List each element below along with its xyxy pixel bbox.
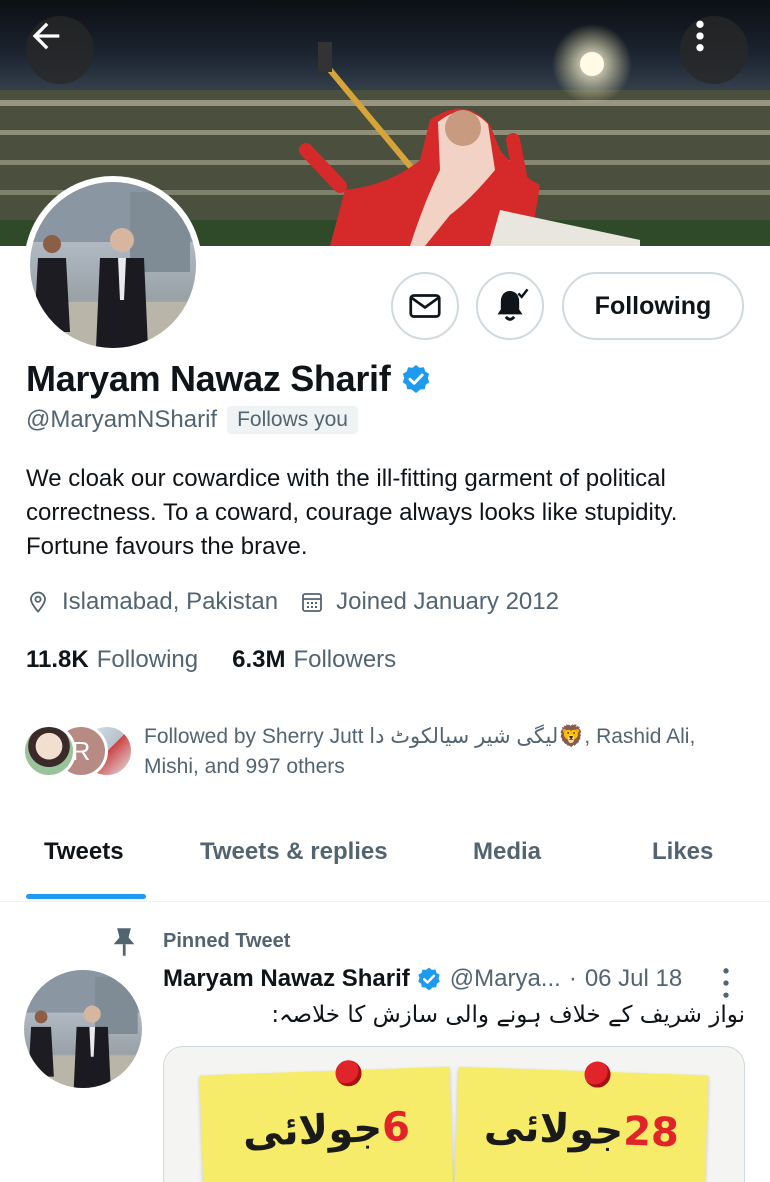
tab-likes[interactable]: Likes (652, 838, 713, 866)
pushpin-icon (584, 1061, 611, 1088)
pinned-tweet-label: Pinned Tweet (163, 930, 291, 952)
followers-stat[interactable]: 6.3M Followers (232, 646, 396, 674)
tab-tweets[interactable]: Tweets (44, 838, 124, 866)
verified-badge-icon (417, 967, 440, 991)
tweet-text: نواز شریف کے خلاف ہونے والی سازش کا خلاص… (271, 1002, 745, 1028)
more-vertical-icon (723, 968, 729, 998)
tweet-author-avatar[interactable] (24, 970, 142, 1088)
followers-count: 6.3M (232, 646, 286, 673)
join-date: Joined January 2012 (300, 588, 559, 616)
verified-badge-icon (403, 365, 430, 393)
pushpin-icon (335, 1059, 362, 1087)
sticky-note-text: 28جولائی (483, 1103, 680, 1157)
following-stat[interactable]: 11.8K Following (26, 646, 198, 674)
location-pin-icon (30, 591, 46, 613)
profile-bio: We cloak our cowardice with the ill-fitt… (26, 465, 678, 560)
pinned-indicator (110, 926, 138, 958)
following-button[interactable]: Following (562, 272, 744, 340)
calendar-icon (302, 593, 323, 612)
join-date-text: Joined January 2012 (336, 588, 559, 615)
envelope-icon (409, 294, 441, 318)
name-row: Maryam Nawaz Sharif (26, 358, 432, 400)
tweet-header: Maryam Nawaz Sharif @Marya... · 06 Jul 1… (163, 965, 682, 993)
profile-meta: Islamabad, Pakistan Joined January 2012 (26, 588, 581, 616)
more-vertical-icon (696, 20, 704, 52)
sticky-note: 28جولائی (453, 1061, 709, 1182)
avatar (22, 724, 76, 778)
location: Islamabad, Pakistan (26, 588, 278, 616)
active-tab-indicator (26, 894, 146, 899)
avatar-image (30, 182, 196, 348)
notifications-button[interactable] (476, 272, 544, 340)
tweet-separator: · (568, 965, 577, 992)
profile-tabs: Tweets Tweets & replies Media Likes (0, 820, 770, 902)
tweet-media-image[interactable]: 6جولائی 28جولائی (163, 1046, 745, 1182)
back-button[interactable] (26, 16, 94, 84)
pin-icon (113, 928, 135, 956)
tweet-date[interactable]: 06 Jul 18 (585, 965, 682, 993)
tweet-more-button[interactable] (716, 966, 736, 1005)
followed-by-text[interactable]: Followed by Sherry Jutt لیگی شیر سیالکوٹ… (144, 722, 744, 782)
tab-media[interactable]: Media (473, 838, 541, 866)
profile-avatar[interactable] (24, 176, 202, 354)
sticky-note: 6جولائی (199, 1059, 455, 1182)
follow-stats: 11.8K Following 6.3M Followers (26, 646, 430, 674)
message-button[interactable] (391, 272, 459, 340)
followed-by-avatars[interactable]: R (22, 724, 134, 780)
bell-icon (497, 288, 529, 321)
profile-handle: @MaryamNSharif (26, 406, 218, 433)
more-options-button[interactable] (680, 16, 748, 84)
handle-row: @MaryamNSharif Follows you (26, 406, 358, 434)
following-label: Following (96, 646, 199, 673)
follows-you-badge: Follows you (227, 406, 358, 434)
arrow-left-icon (32, 22, 60, 50)
tweet-author-handle[interactable]: @Marya... (450, 965, 561, 993)
following-count: 11.8K (26, 646, 89, 673)
sticky-note-text: 6جولائی (242, 1104, 411, 1156)
followers-label: Followers (293, 646, 397, 673)
location-text: Islamabad, Pakistan (62, 588, 279, 615)
display-name: Maryam Nawaz Sharif (26, 358, 391, 399)
tab-tweets-replies[interactable]: Tweets & replies (200, 838, 388, 866)
tweet-author-name[interactable]: Maryam Nawaz Sharif (163, 965, 410, 993)
